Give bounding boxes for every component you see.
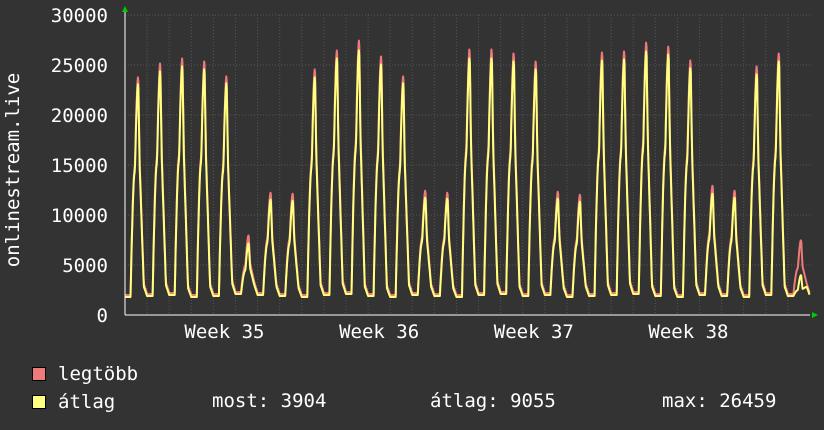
legend-swatch-avg	[32, 395, 46, 409]
series-average-line	[124, 49, 811, 298]
x-axis-arrow-icon	[812, 312, 818, 318]
y-tick-label: 20000	[51, 105, 108, 127]
x-tick-label: Week 35	[184, 321, 264, 343]
chart: 050001000015000200002500030000 Week 35 We…	[2, 5, 818, 343]
y-axis-label: onlinestream.live	[2, 73, 24, 267]
x-tick-labels: Week 35 Week 36 Week 37 Week 38	[184, 321, 728, 343]
y-tick-label: 5000	[62, 255, 108, 277]
legend-swatch-max	[32, 367, 46, 381]
legend-label-avg: átlag	[58, 391, 116, 413]
x-tick-label: Week 38	[648, 321, 728, 343]
series-lines	[124, 39, 811, 298]
legend-item-avg: átlag	[32, 391, 115, 413]
y-axis-arrow-icon	[122, 6, 128, 12]
x-tick-label: Week 37	[494, 321, 574, 343]
legend-label-max: legtöbb	[58, 363, 139, 385]
stat-max: max: 26459	[662, 390, 777, 412]
y-tick-label: 25000	[51, 55, 108, 77]
y-tick-label: 15000	[51, 155, 108, 177]
y-tick-labels: 0 5000 10000 15000 20000 25000 30000	[51, 5, 108, 327]
y-tick-label: 30000	[51, 5, 108, 27]
x-tick-label: Week 36	[339, 321, 419, 343]
y-tick-label: 10000	[51, 205, 108, 227]
stat-average: átlag: 9055	[430, 390, 556, 412]
stat-now: most: 3904	[212, 390, 327, 412]
y-tick-label: 0	[97, 305, 108, 327]
legend-item-max: legtöbb	[32, 363, 138, 385]
